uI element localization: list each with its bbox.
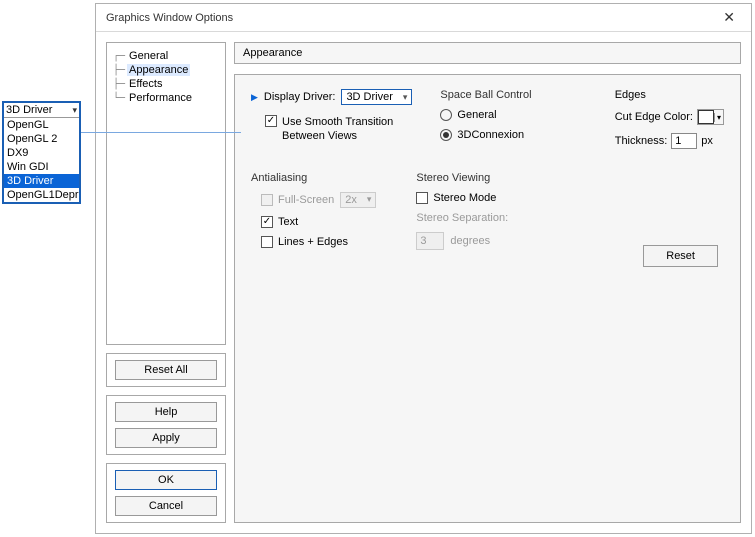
edges-title: Edges bbox=[615, 89, 724, 101]
driver-option[interactable]: OpenGL bbox=[4, 118, 79, 132]
stereo-mode-checkbox[interactable]: Stereo Mode bbox=[416, 192, 508, 204]
cut-edge-color-label: Cut Edge Color: bbox=[615, 111, 693, 123]
thickness-unit: px bbox=[701, 135, 713, 147]
smooth-transition-label: Use Smooth TransitionBetween Views bbox=[282, 115, 393, 144]
tree-item-general[interactable]: ┌─General bbox=[113, 49, 221, 63]
button-group: OK Cancel bbox=[106, 463, 226, 523]
category-tree: ┌─General ├─Appearance ├─Effects └─Perfo… bbox=[106, 42, 226, 345]
stereo-title: Stereo Viewing bbox=[416, 172, 508, 184]
aa-full-screen-select: 2x▾ bbox=[340, 192, 376, 208]
help-button[interactable]: Help bbox=[115, 402, 217, 422]
chevron-down-icon: ▾ bbox=[367, 194, 372, 205]
tree-item-performance[interactable]: └─Performance bbox=[113, 91, 221, 105]
chevron-down-icon: ▾ bbox=[72, 105, 77, 116]
dialog-window: Graphics Window Options ✕ ┌─General ├─Ap… bbox=[95, 3, 752, 534]
edges-group: Edges Cut Edge Color: ▾ Thickness: 1 px bbox=[615, 89, 724, 149]
stereo-sep-unit: degrees bbox=[450, 235, 490, 247]
cancel-button[interactable]: Cancel bbox=[115, 496, 217, 516]
radio-icon bbox=[440, 129, 452, 141]
checkbox-icon bbox=[416, 192, 428, 204]
antialiasing-group: Antialiasing Full-Screen 2x▾ ✓Text Lines… bbox=[251, 172, 376, 250]
driver-dropdown-selected[interactable]: 3D Driver ▾ bbox=[4, 103, 79, 118]
checkbox-icon bbox=[261, 236, 273, 248]
chevron-down-icon: ▾ bbox=[403, 92, 408, 103]
space-ball-general-radio[interactable]: General bbox=[440, 109, 531, 121]
aa-text-checkbox[interactable]: ✓Text bbox=[261, 216, 376, 228]
titlebar: Graphics Window Options ✕ bbox=[96, 4, 751, 32]
driver-option[interactable]: 3D Driver bbox=[4, 174, 79, 188]
button-group: Reset All bbox=[106, 353, 226, 387]
stereo-group: Stereo Viewing Stereo Mode Stereo Separa… bbox=[416, 172, 508, 250]
display-driver-label: Display Driver: bbox=[264, 91, 336, 103]
driver-option[interactable]: DX9 bbox=[4, 146, 79, 160]
chevron-down-icon: ▾ bbox=[714, 113, 723, 122]
pane-heading: Appearance bbox=[234, 42, 741, 64]
ok-button[interactable]: OK bbox=[115, 470, 217, 490]
tree-item-appearance[interactable]: ├─Appearance bbox=[113, 63, 221, 77]
aa-full-screen-checkbox: Full-Screen bbox=[261, 194, 334, 206]
stereo-sep-label: Stereo Separation: bbox=[416, 212, 508, 224]
button-group: Help Apply bbox=[106, 395, 226, 455]
tree-item-effects[interactable]: ├─Effects bbox=[113, 77, 221, 91]
checkbox-icon: ✓ bbox=[261, 216, 273, 228]
smooth-transition-checkbox[interactable]: ✓ bbox=[265, 115, 277, 127]
thickness-label: Thickness: bbox=[615, 135, 668, 147]
antialiasing-title: Antialiasing bbox=[251, 172, 376, 184]
driver-dropdown-selected-label: 3D Driver bbox=[6, 104, 52, 116]
display-driver-value: 3D Driver bbox=[346, 91, 392, 103]
reset-all-button[interactable]: Reset All bbox=[115, 360, 217, 380]
driver-option[interactable]: OpenGL1Depr bbox=[4, 188, 79, 202]
driver-option[interactable]: Win GDI bbox=[4, 160, 79, 174]
thickness-input[interactable]: 1 bbox=[671, 133, 697, 149]
stereo-sep-input: 3 bbox=[416, 232, 444, 250]
driver-option[interactable]: OpenGL 2 bbox=[4, 132, 79, 146]
appearance-panel: ▶ Display Driver: 3D Driver ▾ ✓ Use Smoo… bbox=[234, 74, 741, 523]
driver-dropdown-popup[interactable]: 3D Driver ▾ OpenGL OpenGL 2 DX9 Win GDI … bbox=[2, 101, 81, 204]
callout-line bbox=[81, 132, 241, 133]
cut-edge-color-picker[interactable]: ▾ bbox=[697, 109, 724, 125]
color-swatch-icon bbox=[698, 110, 714, 124]
apply-button[interactable]: Apply bbox=[115, 428, 217, 448]
display-driver-select[interactable]: 3D Driver ▾ bbox=[341, 89, 412, 105]
aa-lines-edges-checkbox[interactable]: Lines + Edges bbox=[261, 236, 376, 248]
reset-button[interactable]: Reset bbox=[643, 245, 718, 267]
checkbox-icon bbox=[261, 194, 273, 206]
dialog-title: Graphics Window Options bbox=[106, 12, 717, 24]
radio-icon bbox=[440, 109, 452, 121]
space-ball-3dconnexion-radio[interactable]: 3DConnexion bbox=[440, 129, 531, 141]
close-icon[interactable]: ✕ bbox=[717, 7, 741, 28]
space-ball-title: Space Ball Control bbox=[440, 89, 531, 101]
triangle-right-icon: ▶ bbox=[251, 92, 258, 103]
checkbox-icon: ✓ bbox=[265, 115, 277, 127]
space-ball-group: Space Ball Control General 3DConnexion bbox=[440, 89, 531, 141]
